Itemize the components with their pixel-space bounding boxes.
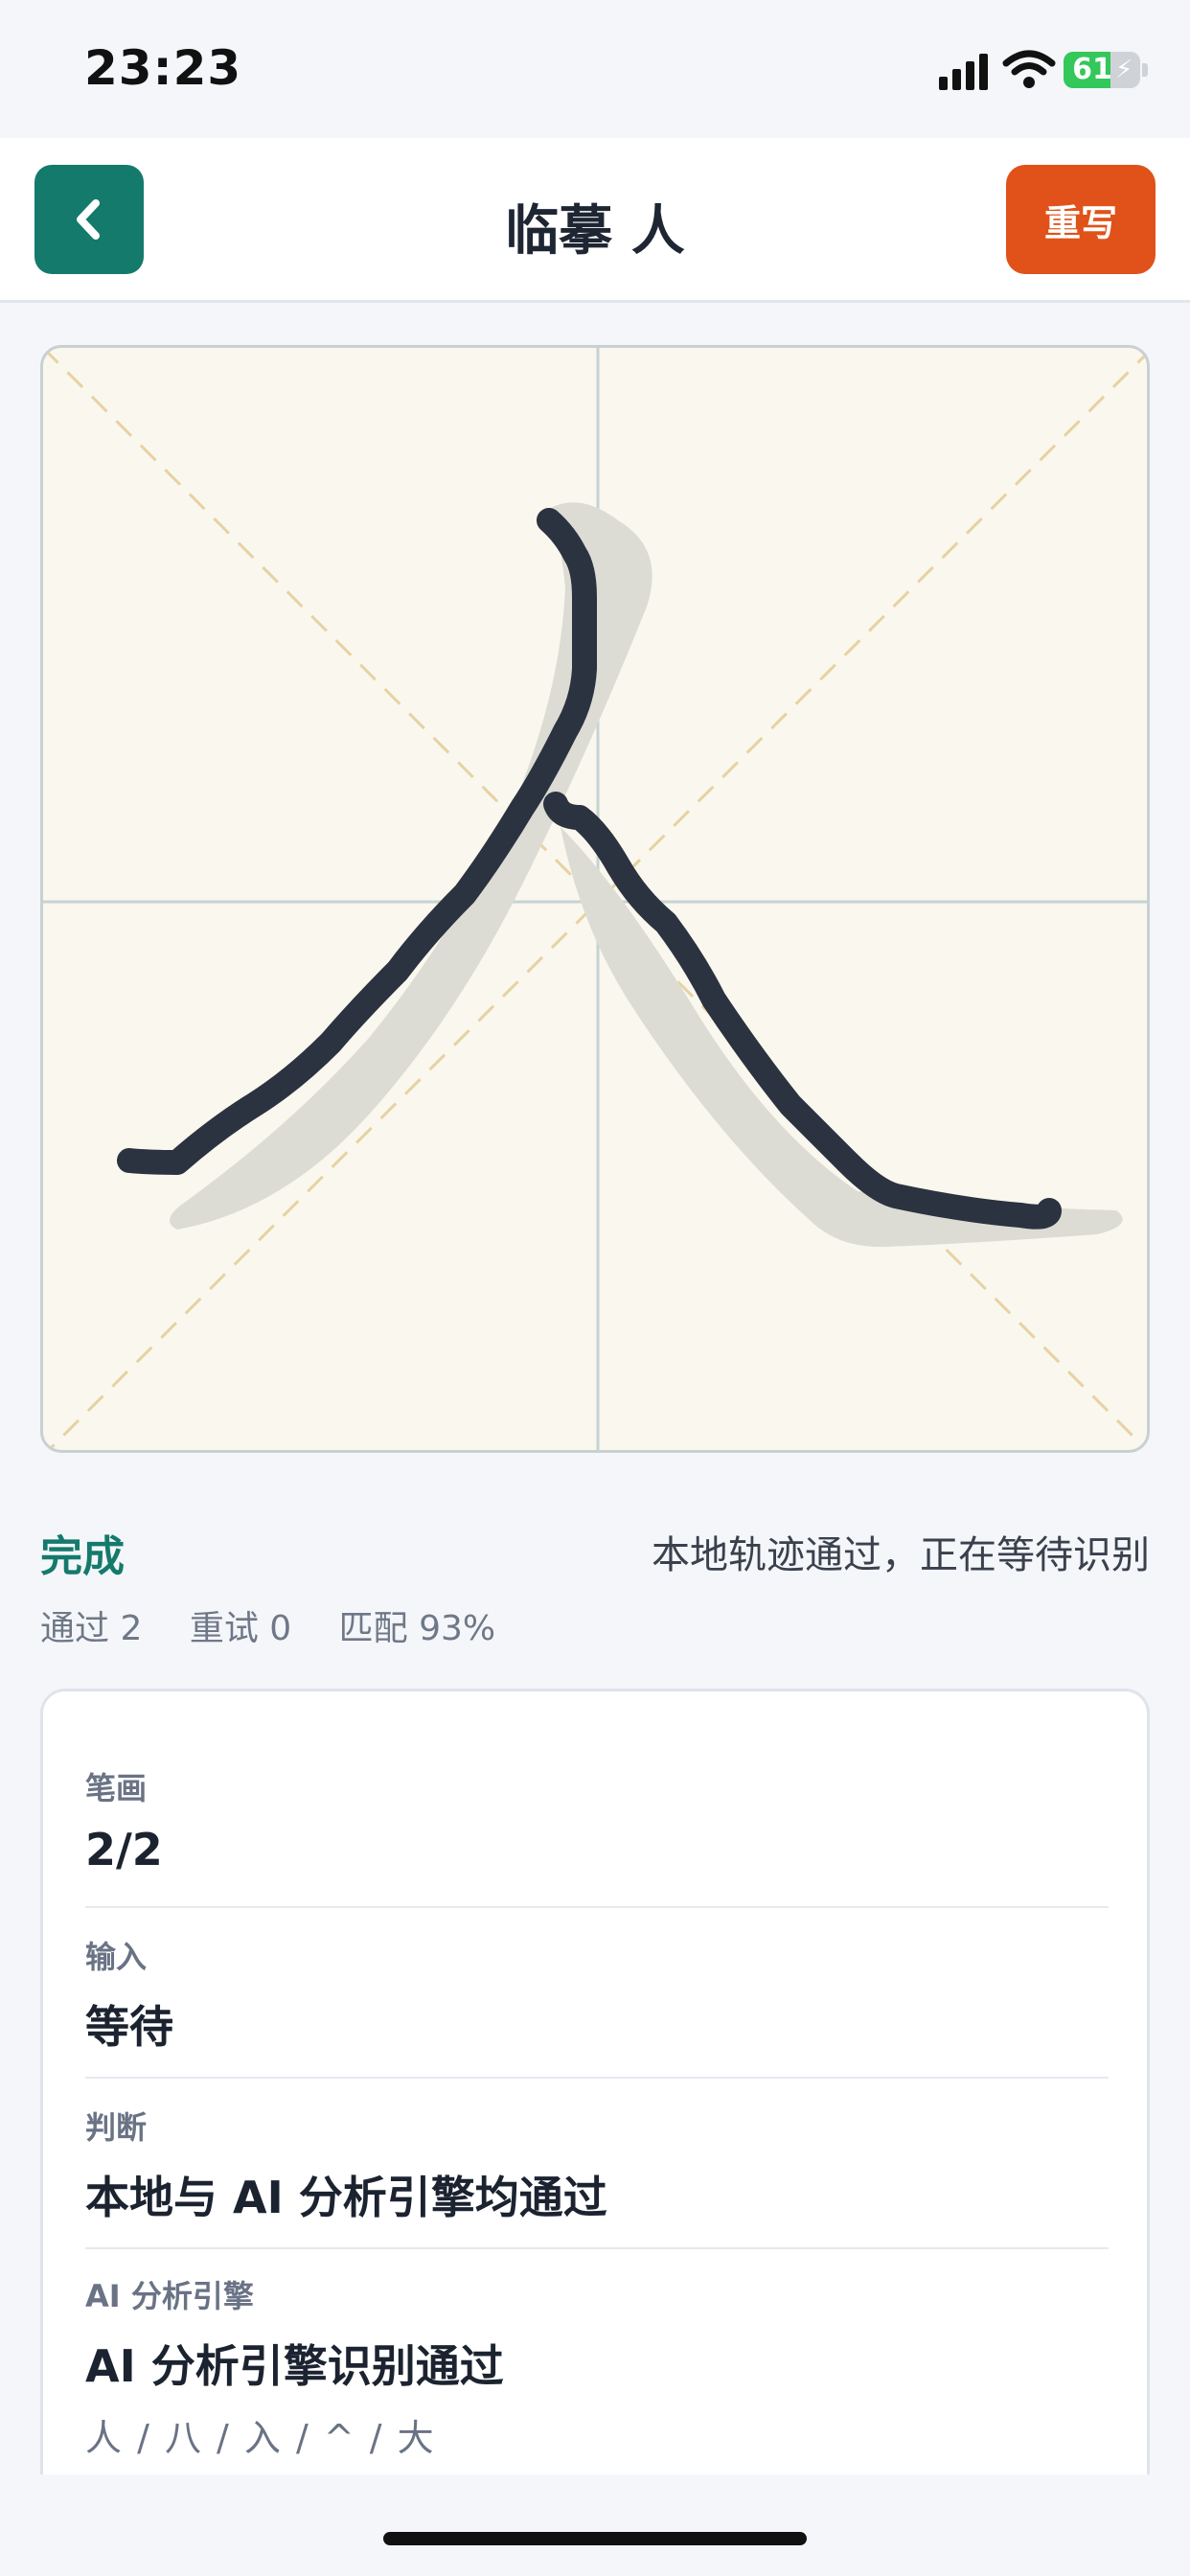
- rewrite-button[interactable]: 重写: [1006, 165, 1156, 274]
- stat-match: 匹配 93%: [338, 1609, 496, 1648]
- detail-input-value: 等待: [85, 2001, 173, 2053]
- status-bar: 23:23 61 ⚡: [0, 0, 1190, 138]
- detail-judgement: 判断 本地与 AI 分析引擎均通过: [85, 2104, 1109, 2249]
- stat-pass: 通过 2: [40, 1609, 143, 1648]
- detail-judgement-value: 本地与 AI 分析引擎均通过: [85, 2172, 607, 2223]
- detail-input-label: 输入: [85, 1939, 148, 1975]
- canvas-svg[interactable]: [43, 348, 1150, 1453]
- result-row: 完成 本地轨迹通过，正在等待识别: [40, 1514, 1150, 1581]
- bottom-safe-area: [0, 2474, 1190, 2576]
- cellular-signal-icon: [939, 54, 988, 90]
- wifi-icon: [1002, 50, 1056, 88]
- detail-judgement-label: 判断: [85, 2109, 148, 2146]
- detail-engine-label: AI 分析引擎: [85, 2278, 254, 2314]
- stats-row: 通过 2 重试 0 匹配 93%: [40, 1600, 532, 1650]
- result-status: 完成: [40, 1532, 125, 1581]
- result-message: 本地轨迹通过，正在等待识别: [652, 1533, 1150, 1577]
- detail-engine: AI 分析引擎 AI 分析引擎识别通过 人 / 八 / 入 / ^ / 大: [85, 2272, 1109, 2502]
- detail-input: 输入 等待: [85, 1933, 1109, 2079]
- battery-cap: [1142, 63, 1148, 77]
- details-card: 笔画 2/2 输入 等待 判断 本地与 AI 分析引擎均通过 AI 分析引擎 A…: [40, 1689, 1150, 2576]
- detail-strokes: 笔画 2/2: [85, 1764, 1109, 1908]
- detail-engine-candidates: 人 / 八 / 入 / ^ / 大: [85, 2417, 436, 2459]
- battery-icon: 61 ⚡: [1064, 52, 1140, 88]
- home-indicator[interactable]: [383, 2532, 807, 2545]
- detail-strokes-label: 笔画: [85, 1770, 148, 1806]
- status-time: 23:23: [84, 40, 242, 96]
- detail-strokes-value: 2/2: [85, 1824, 163, 1875]
- charging-bolt-icon: ⚡: [1115, 56, 1133, 84]
- writing-canvas[interactable]: [40, 345, 1150, 1453]
- stat-retry: 重试 0: [189, 1609, 292, 1648]
- nav-bar: 临摹 人 重写: [0, 138, 1190, 303]
- battery-level: 61: [1072, 53, 1112, 86]
- detail-engine-value: AI 分析引擎识别通过: [85, 2340, 504, 2392]
